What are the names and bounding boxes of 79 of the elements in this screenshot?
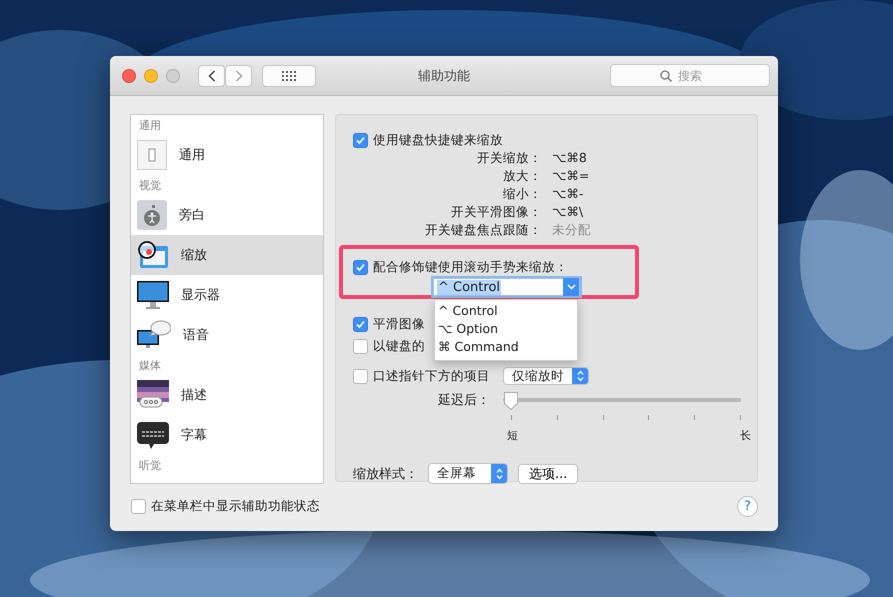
sidebar-item-label: 描述 [181,387,207,404]
checkbox[interactable] [353,368,368,384]
sidebar-item-label: 通用 [179,147,205,164]
sidebar-item-label: 显示器 [181,287,220,304]
checkbox-label: 以键盘的 [373,338,425,354]
sidebar-section-header: 视觉 [138,178,162,194]
shortcut-label: 开关缩放： [476,149,542,167]
back-button[interactable] [198,64,225,86]
modifier-select[interactable]: ^ Control [433,278,580,296]
checkbox-label: 口述指针下方的项目 [373,368,490,384]
monitor-icon [137,280,169,310]
slider-thumb[interactable] [503,391,519,411]
stepper-icon [576,370,584,382]
zoom-style-popup[interactable]: 全屏幕 [428,463,508,484]
sidebar-section-header: 通用 [138,118,162,134]
shortcut-keys: ⌥⌘8 [552,149,757,167]
slider-label: 延迟后： [437,392,490,409]
sidebar-item-label: 缩放 [181,247,207,264]
chevron-left-icon [208,70,216,82]
stepper-icon [496,468,502,480]
grid-icon [282,70,296,80]
switch-icon [137,140,167,170]
menu-item[interactable]: ^ Control [435,302,577,320]
checkbox[interactable] [353,133,368,148]
menu-item[interactable]: ⌥ Option [435,320,577,338]
selected-text: ^ Control [437,280,502,294]
magnifier-window-icon [137,240,169,270]
chevron-right-icon [234,70,242,82]
checkbox[interactable] [353,260,368,274]
show-all-button[interactable] [262,64,316,86]
sidebar-item-label: 旁白 [179,207,205,224]
shortcut-keys: ⌥⌘- [552,185,757,203]
slider-min-label: 短 [507,428,518,443]
checkbox-label: 配合修饰键使用滚动手势来缩放： [373,258,568,276]
shortcut-label: 放大： [502,167,542,185]
shortcut-label: 开关平滑图像： [450,203,542,221]
shortcut-label: 开关键盘焦点跟随： [424,221,542,239]
sidebar-item[interactable]: 显示器 [131,275,323,315]
checkbox-label: 平滑图像 [373,316,425,332]
sidebar-item-label: 语音 [183,327,209,344]
search-icon [660,70,672,82]
sidebar-section-header: 媒体 [138,358,162,374]
options-button[interactable]: 选项... [518,464,578,484]
checkbox-label: 在菜单栏中显示辅助功能状态 [151,498,320,514]
checkmark-icon [356,320,365,328]
description-icon [137,380,169,410]
sidebar-item[interactable]: 旁白 [131,195,323,235]
speech-bubble-monitor-icon [137,320,171,350]
close-button[interactable] [122,68,136,82]
sidebar-item[interactable]: 描述 [131,375,323,415]
checkmark-icon [356,262,365,272]
checkbox[interactable] [353,338,368,354]
minimize-button[interactable] [144,68,158,82]
sidebar-item[interactable]: 字幕 [131,415,323,455]
shortcut-label: 缩小： [502,185,542,203]
menu-item[interactable]: ⌘ Command [435,338,577,356]
accessibility-icon [137,200,167,230]
window-title: 辅助功能 [418,68,470,84]
sidebar-section-header: 听觉 [138,458,162,474]
zoom-style-label: 缩放样式： [353,466,418,482]
shortcut-keys: ⌥⌘\ [552,203,757,221]
zoom-button[interactable] [166,68,180,82]
slider-max-label: 长 [740,428,751,443]
checkbox[interactable] [131,498,146,514]
sidebar-item[interactable]: 通用 [131,135,323,175]
sidebar-item[interactable]: 缩放 [131,235,323,275]
sidebar-item[interactable]: 语音 [131,315,323,355]
checkbox[interactable] [353,316,368,332]
caret-icon [566,284,576,290]
popup-button[interactable]: 仅缩放时 [503,367,589,385]
search-field[interactable]: 搜索 [610,64,770,87]
sidebar-item-label: 字幕 [181,427,207,444]
help-button[interactable]: ? [737,496,758,516]
shortcut-keys: 未分配 [552,221,757,239]
checkbox-label: 使用键盘快捷键来缩放 [373,132,503,149]
caption-bubble-icon [137,420,169,450]
checkmark-icon [356,136,365,145]
shortcut-keys: ⌥⌘= [552,167,757,185]
search-input[interactable]: 搜索 [676,68,720,84]
